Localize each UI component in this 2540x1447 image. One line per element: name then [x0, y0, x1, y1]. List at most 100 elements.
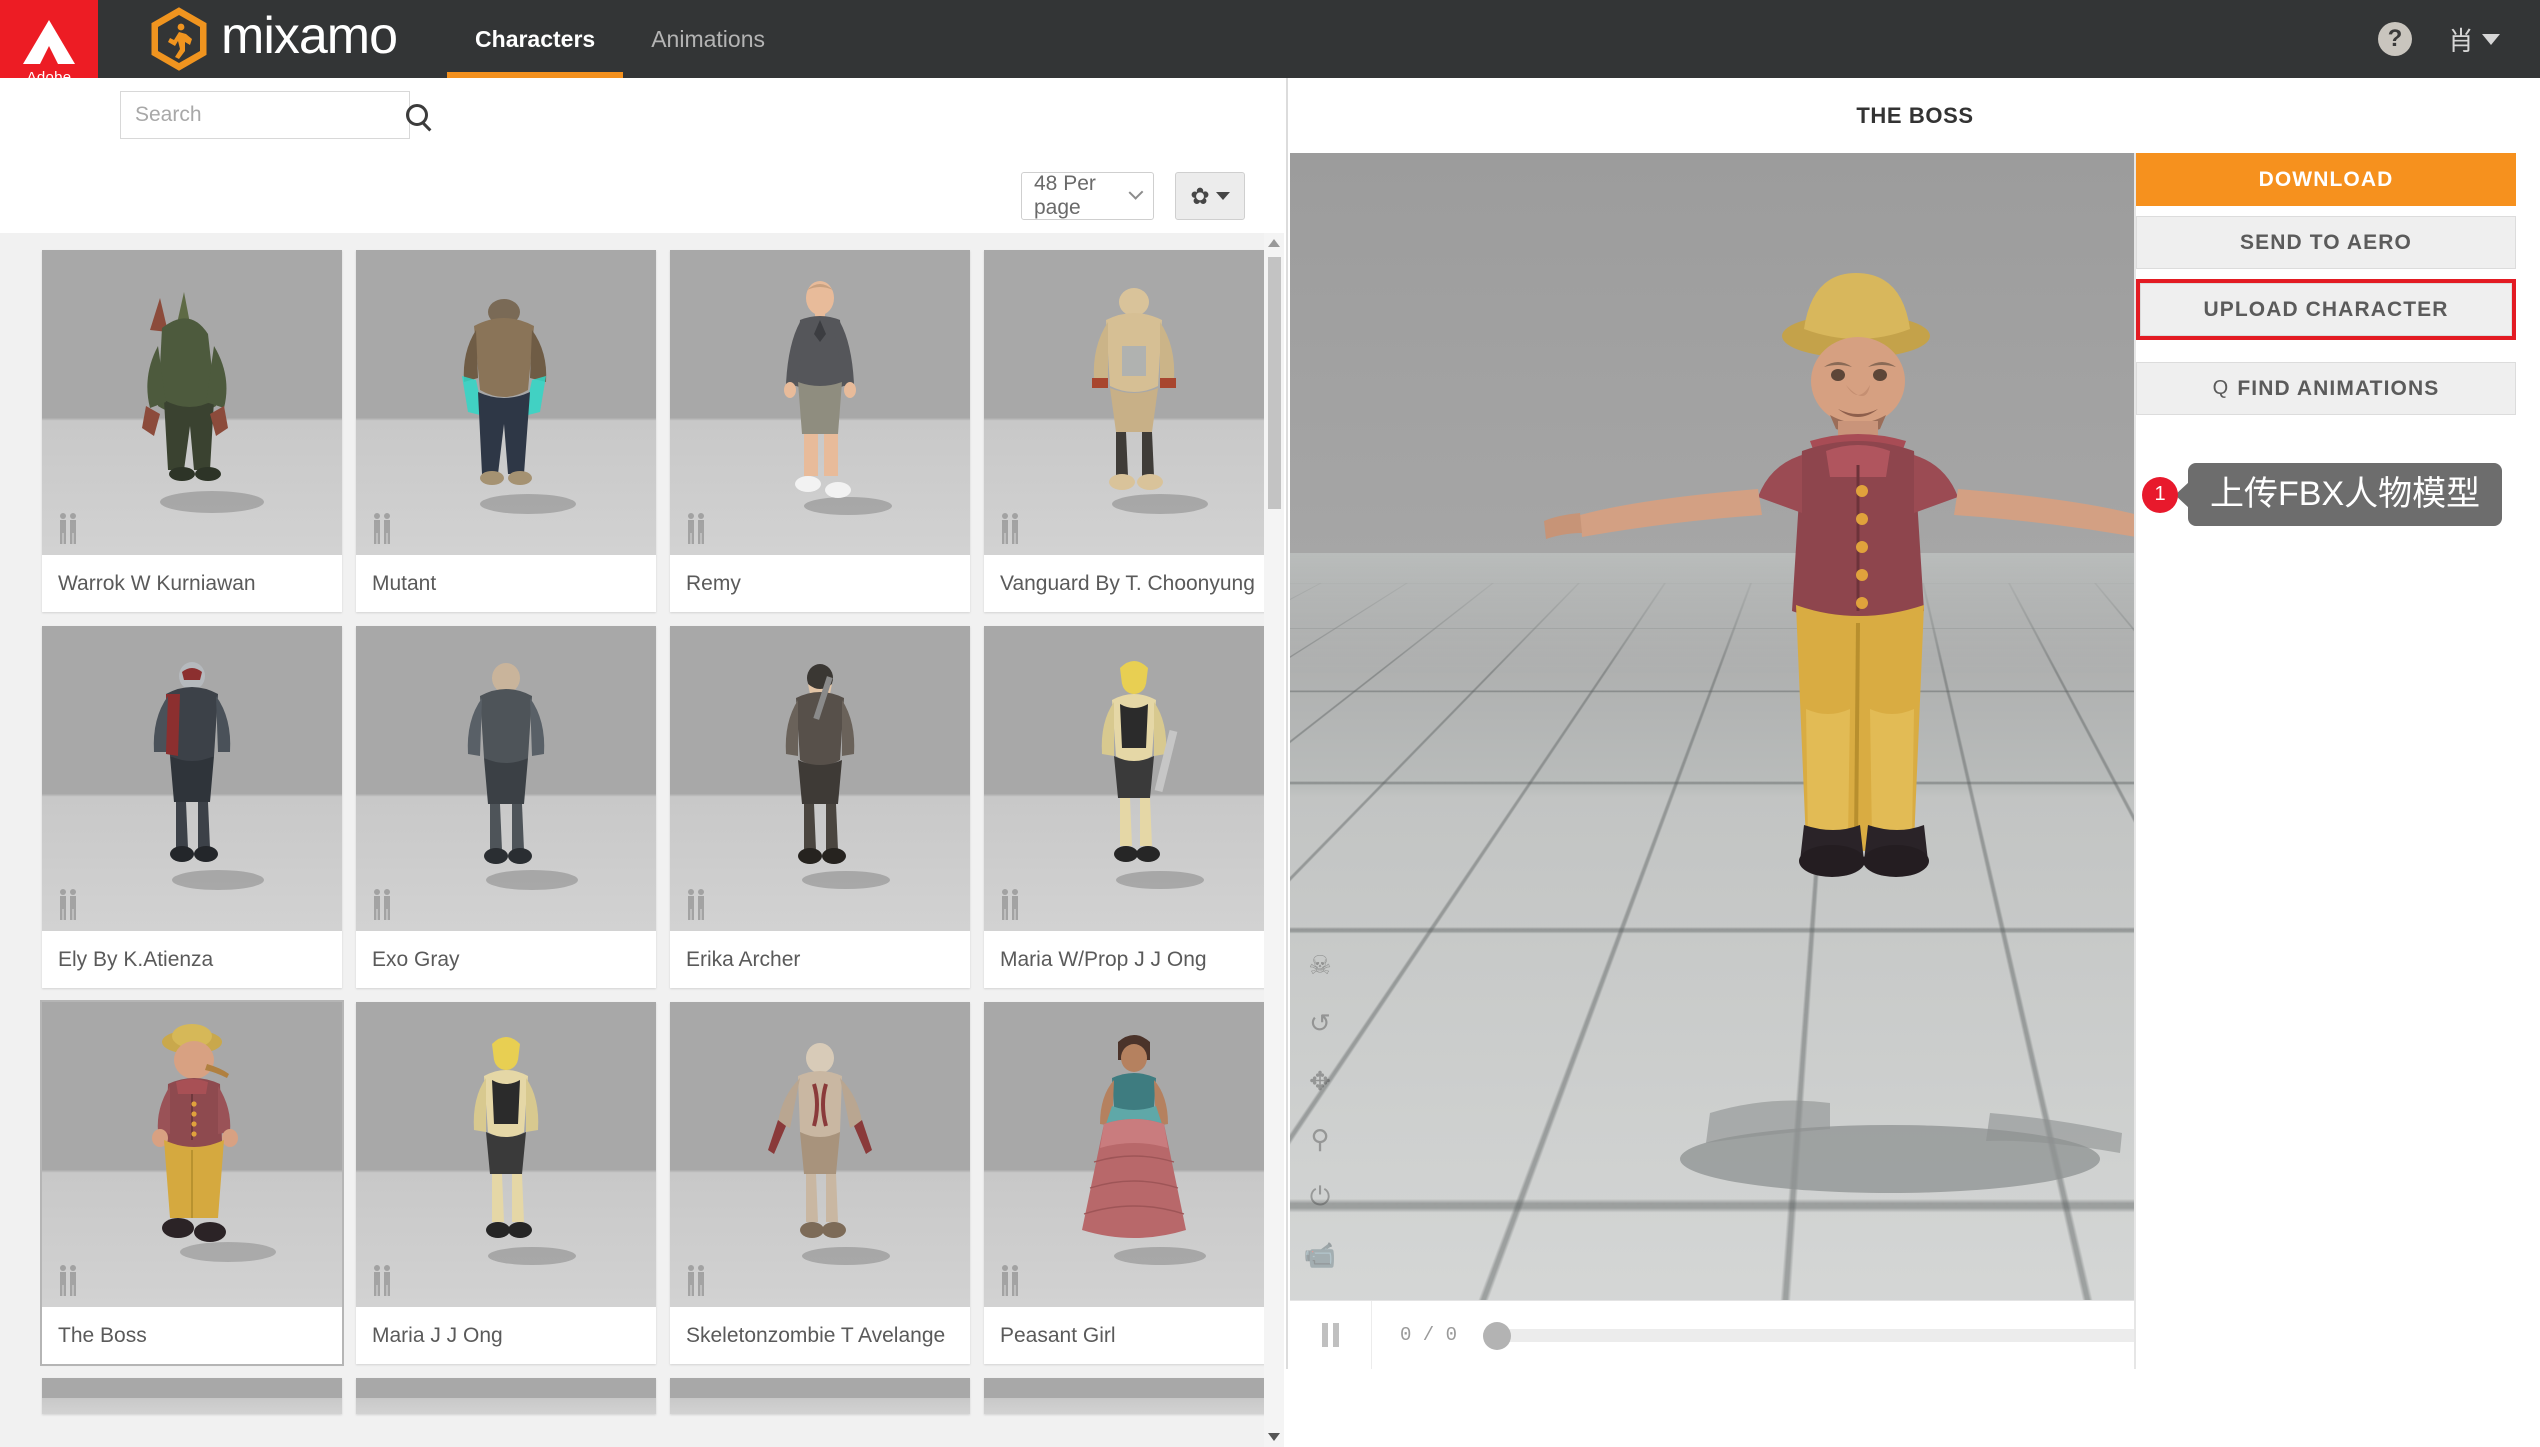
upload-character-button[interactable]: UPLOAD CHARACTER	[2140, 283, 2512, 336]
character-card[interactable]: Skeletonzombie T Avelange	[670, 1002, 970, 1364]
search-input[interactable]	[135, 103, 406, 127]
character-card[interactable]: Remy	[670, 250, 970, 612]
two-person-scale-icon	[374, 889, 390, 920]
two-person-scale-icon	[1002, 513, 1018, 544]
find-animations-button[interactable]: Q FIND ANIMATIONS	[2136, 362, 2516, 415]
two-person-scale-icon	[374, 1265, 390, 1296]
character-thumbnail	[42, 250, 342, 555]
upload-character-highlight: UPLOAD CHARACTER	[2136, 279, 2516, 340]
scrollbar-thumb[interactable]	[1268, 257, 1281, 509]
character-name: Vanguard By T. Choonyung	[984, 555, 1266, 612]
triangle-down-icon[interactable]	[1268, 1433, 1280, 1441]
search-field[interactable]	[120, 91, 428, 139]
character-thumbnail	[670, 626, 970, 931]
settings-button[interactable]: ✿	[1175, 172, 1245, 220]
character-thumbnail	[670, 250, 970, 555]
pan-move-icon[interactable]: ✥	[1304, 1065, 1336, 1097]
annotation-callout: 1 上传FBX人物模型	[2142, 463, 2540, 527]
annotation-text: 上传FBX人物模型	[2188, 463, 2503, 527]
two-person-scale-icon	[688, 1265, 704, 1296]
power-toggle-icon[interactable]: ⏻	[1304, 1181, 1336, 1213]
skeleton-skull-icon[interactable]: ☠	[1304, 949, 1336, 981]
character-name: Maria W/Prop J J Ong	[984, 931, 1266, 988]
character-thumbnail	[356, 1378, 656, 1414]
two-person-scale-icon	[60, 1265, 76, 1296]
character-card[interactable]: Erika Archer	[670, 626, 970, 988]
character-card[interactable]	[356, 1378, 656, 1414]
character-name: Ely By K.Atienza	[42, 931, 342, 988]
character-thumbnail	[984, 1378, 1266, 1414]
character-name: Remy	[670, 555, 970, 612]
character-name: Skeletonzombie T Avelange	[670, 1307, 970, 1364]
character-card[interactable]: Peasant Girl	[984, 1002, 1266, 1364]
tab-animations[interactable]: Animations	[623, 0, 793, 78]
tab-characters[interactable]: Characters	[447, 0, 624, 78]
pause-icon[interactable]	[1290, 1300, 1372, 1369]
search-icon: Q	[2212, 377, 2230, 399]
camera-video-icon[interactable]: 📹	[1304, 1239, 1336, 1271]
character-thumbnail	[670, 1002, 970, 1307]
gear-icon: ✿	[1190, 182, 1210, 209]
character-name: Erika Archer	[670, 931, 970, 988]
grid-scrollbar[interactable]	[1264, 233, 1284, 1447]
character-grid: Warrok W Kurniawan Mutant Remy Vanguard …	[0, 233, 1266, 1414]
browser-toolbar	[0, 78, 1286, 153]
reset-rotate-icon[interactable]: ↺	[1304, 1007, 1336, 1039]
per-page-label: 48 Per page	[1034, 172, 1096, 219]
mixamo-wordmark: mixamo	[221, 7, 398, 65]
chevron-down-icon	[2482, 33, 2500, 45]
triangle-up-icon[interactable]	[1268, 239, 1280, 247]
two-person-scale-icon	[1002, 1265, 1018, 1296]
character-thumbnail	[42, 1002, 342, 1307]
two-person-scale-icon	[60, 889, 76, 920]
viewer-tool-rail: ☠ ↺ ✥ ⚲ ⏻ 📹	[1304, 949, 1336, 1271]
character-thumbnail	[984, 250, 1266, 555]
character-card[interactable]: Maria W/Prop J J Ong	[984, 626, 1266, 988]
top-bar: Adobe mixamo Characters Animations ? 肖	[0, 0, 2540, 108]
two-person-scale-icon	[688, 889, 704, 920]
character-thumbnail	[984, 626, 1266, 931]
character-name: The Boss	[42, 1307, 342, 1364]
character-thumbnail	[42, 1378, 342, 1414]
character-actions-sidebar: DOWNLOAD SEND TO AERO UPLOAD CHARACTER Q…	[2136, 153, 2540, 1369]
character-name: Mutant	[356, 555, 656, 612]
character-thumbnail	[670, 1378, 970, 1414]
find-animations-label: FIND ANIMATIONS	[2237, 376, 2440, 400]
two-person-scale-icon	[1002, 889, 1018, 920]
search-icon[interactable]	[406, 104, 428, 126]
caret-down-icon	[1215, 192, 1230, 200]
character-card[interactable]	[984, 1378, 1266, 1414]
frame-counter: 0 / 0	[1400, 1324, 1458, 1346]
two-person-scale-icon	[688, 513, 704, 544]
two-person-scale-icon	[60, 513, 76, 544]
character-card[interactable]	[42, 1378, 342, 1414]
send-to-aero-button[interactable]: SEND TO AERO	[2136, 216, 2516, 269]
character-name: Exo Gray	[356, 931, 656, 988]
timeline-knob[interactable]	[1483, 1321, 1512, 1350]
character-thumbnail	[42, 626, 342, 931]
topbar-right-actions: ? 肖	[2377, 0, 2540, 78]
character-card[interactable]: Maria J J Ong	[356, 1002, 656, 1364]
character-card[interactable]: Ely By K.Atienza	[42, 626, 342, 988]
character-thumbnail	[356, 626, 656, 931]
user-name-label: 肖	[2447, 25, 2474, 56]
character-thumbnail	[356, 1002, 656, 1307]
adobe-a-mark-icon	[23, 20, 75, 64]
mixamo-brand[interactable]: mixamo	[150, 0, 398, 78]
per-page-select[interactable]: 48 Per page	[1021, 172, 1154, 220]
character-card[interactable]	[670, 1378, 970, 1414]
viewer-title: THE BOSS	[1856, 102, 1974, 128]
character-name: Maria J J Ong	[356, 1307, 656, 1364]
character-name: Peasant Girl	[984, 1307, 1266, 1364]
download-button[interactable]: DOWNLOAD	[2136, 153, 2516, 206]
character-card[interactable]: Vanguard By T. Choonyung	[984, 250, 1266, 612]
character-browser-panel: 48 Per page ✿	[0, 78, 1288, 1447]
user-menu[interactable]: 肖	[2448, 21, 2500, 58]
character-card[interactable]: Warrok W Kurniawan	[42, 250, 342, 612]
character-card[interactable]: Exo Gray	[356, 626, 656, 988]
character-card[interactable]: Mutant	[356, 250, 656, 612]
character-card-selected[interactable]: The Boss	[40, 1000, 344, 1366]
zoom-icon[interactable]: ⚲	[1304, 1123, 1336, 1155]
mixamo-hex-runner-icon	[150, 7, 208, 71]
help-icon[interactable]: ?	[2377, 22, 2412, 56]
